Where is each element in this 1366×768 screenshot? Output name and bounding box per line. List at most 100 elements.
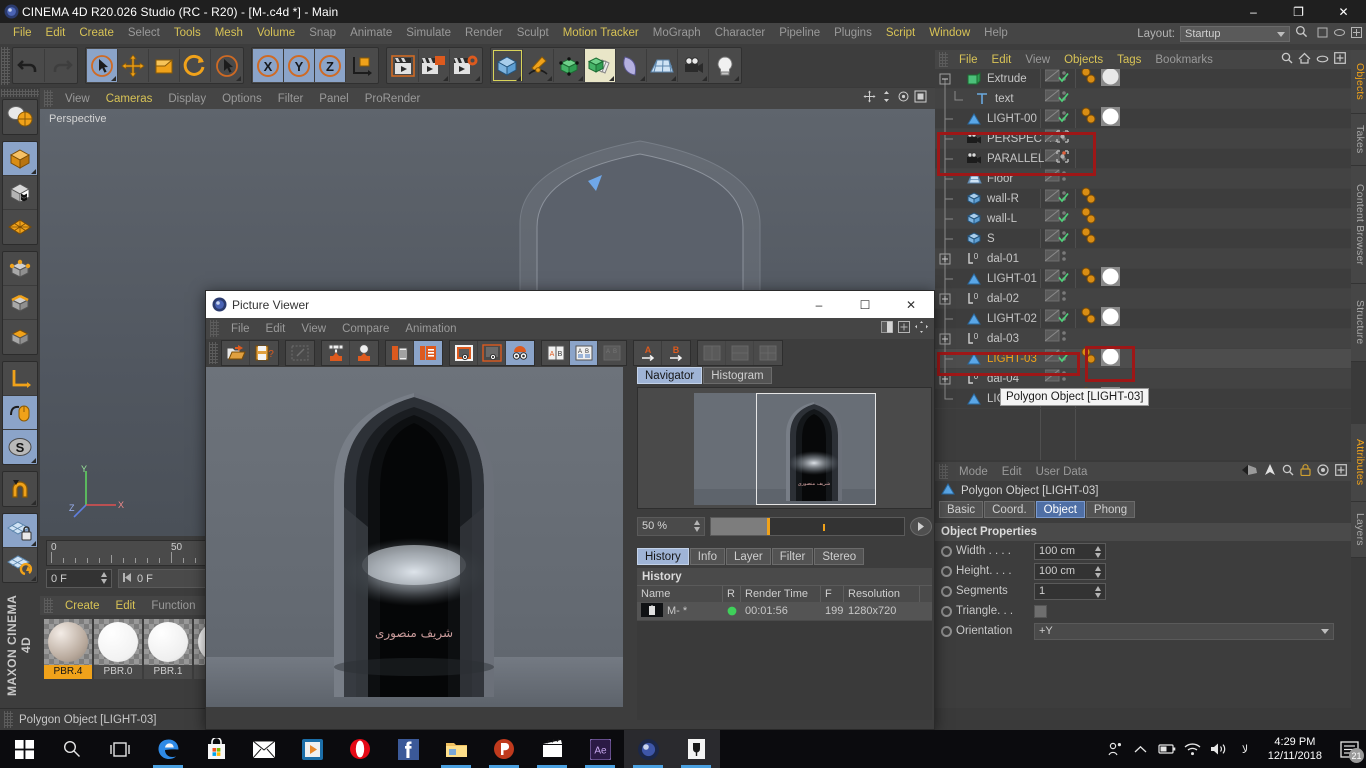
pv-menu-animation[interactable]: Animation [397, 323, 464, 335]
visibility-dots[interactable] [1044, 168, 1069, 189]
search-button[interactable] [48, 730, 96, 768]
material-item[interactable]: PBR.4 [44, 619, 92, 679]
object-row-dal-01[interactable]: 0 dal-01 [935, 248, 1351, 269]
split-view-icon[interactable] [881, 320, 893, 338]
spinner-icon[interactable] [1095, 565, 1102, 580]
viewport-menu-view[interactable]: View [57, 93, 98, 105]
send-to-ab-button[interactable] [322, 341, 350, 365]
pv-menu-edit[interactable]: Edit [258, 323, 294, 335]
orientation-select[interactable]: +Y [1034, 622, 1334, 640]
taskbar-clock[interactable]: 4:29 PM 12/11/2018 [1258, 735, 1332, 763]
vtab-layers[interactable]: Layers [1351, 502, 1366, 558]
pan-icon[interactable] [863, 90, 876, 108]
layout-select[interactable]: Startup [1180, 25, 1290, 42]
viewport-menu-panel[interactable]: Panel [311, 93, 356, 105]
visibility-dots[interactable] [1044, 288, 1069, 309]
render-region-button[interactable] [286, 341, 314, 365]
rendered-image[interactable]: شریف منصوری [206, 367, 623, 707]
layout-2-button[interactable] [726, 341, 754, 365]
green-check-icon[interactable] [1058, 110, 1069, 128]
height-field[interactable]: 100 cm [1034, 562, 1106, 580]
spinner-icon[interactable] [694, 519, 701, 534]
ab-stack-button[interactable]: AB [570, 341, 598, 365]
tab-stereo[interactable]: Stereo [814, 548, 865, 565]
material-tag-pair-icon[interactable] [1079, 307, 1099, 330]
object-menu-view[interactable]: View [1018, 54, 1057, 66]
powerpoint-button[interactable] [480, 730, 528, 768]
material-tag-sphere-icon[interactable] [1101, 69, 1120, 91]
menu-mesh[interactable]: Mesh [208, 23, 250, 44]
notification-button[interactable]: 21 [1332, 730, 1366, 768]
render-settings-button[interactable] [450, 49, 481, 82]
object-menu-file[interactable]: File [952, 54, 985, 66]
play-back-icon[interactable] [123, 572, 133, 585]
tab-basic[interactable]: Basic [939, 501, 984, 518]
menu-file[interactable]: File [6, 23, 39, 44]
back-arrow-icon[interactable] [1241, 463, 1258, 481]
search-icon[interactable] [1281, 51, 1293, 69]
green-check-icon[interactable] [1058, 70, 1069, 88]
tab-object[interactable]: Object [1035, 501, 1085, 518]
edge-button[interactable] [144, 730, 192, 768]
history-row[interactable]: M- * 00:01:56 199 1280x720 [637, 602, 932, 620]
view-a-button[interactable] [450, 341, 478, 365]
vtab-structure[interactable]: Structure [1351, 284, 1366, 362]
tree-expander[interactable] [935, 69, 965, 89]
history-empty-area[interactable] [637, 620, 932, 720]
segments-field[interactable]: 1 [1034, 582, 1106, 600]
polygons-mode-tool[interactable] [3, 320, 37, 354]
spinner-icon[interactable] [1095, 585, 1102, 600]
open-image-button[interactable] [222, 341, 250, 365]
set-b-button[interactable]: B [662, 341, 690, 365]
world-object-coord-toggle[interactable] [346, 49, 377, 82]
axis-y-toggle[interactable]: Y [284, 49, 315, 82]
layout-1-button[interactable] [698, 341, 726, 365]
menu-help[interactable]: Help [977, 23, 1015, 44]
enable-axis-modification-tool[interactable] [3, 396, 37, 430]
menu-pipeline[interactable]: Pipeline [772, 23, 827, 44]
edges-mode-tool[interactable] [3, 286, 37, 320]
green-check-icon[interactable] [1058, 270, 1069, 288]
axis-x-toggle[interactable]: X [253, 49, 284, 82]
store-button[interactable] [192, 730, 240, 768]
green-check-icon[interactable] [1058, 310, 1069, 328]
material-t[interactable] [1101, 106, 1120, 131]
toolbar-grip[interactable] [1, 46, 10, 85]
menu-tools[interactable]: Tools [167, 23, 208, 44]
zoom-slider[interactable] [710, 516, 905, 536]
undo-button[interactable] [14, 49, 45, 82]
send-sphere-button[interactable] [350, 341, 378, 365]
selection-mode-tool[interactable] [211, 49, 242, 82]
object-row-dal-02[interactable]: 0 dal-02 [935, 288, 1351, 309]
redo-button[interactable] [45, 49, 76, 82]
object-row-dal-03[interactable]: 0 dal-03 [935, 328, 1351, 349]
property-toggle-dot[interactable] [941, 585, 952, 597]
video-editor-button[interactable] [528, 730, 576, 768]
object-manager-grip[interactable] [939, 52, 948, 67]
material-tag-sphere-icon[interactable] [1101, 346, 1120, 371]
pv-minimize-button[interactable]: – [796, 291, 842, 318]
lock-icon[interactable] [1300, 463, 1311, 481]
facebook-button[interactable] [384, 730, 432, 768]
rotate-icon[interactable] [897, 90, 910, 108]
property-toggle-dot[interactable] [941, 605, 952, 617]
green-check-icon[interactable] [1058, 190, 1069, 208]
expand-icon[interactable] [1335, 463, 1347, 481]
chevron-up-icon[interactable] [1128, 730, 1154, 768]
visibility-dots[interactable] [1044, 248, 1069, 269]
frame-range-field[interactable]: 0 F [118, 569, 208, 588]
pv-maximize-button[interactable]: ☐ [842, 291, 888, 318]
menu-volume[interactable]: Volume [250, 23, 302, 44]
delete-frame-button[interactable] [386, 341, 414, 365]
object-menu-tags[interactable]: Tags [1110, 54, 1148, 66]
menu-edit[interactable]: Edit [39, 23, 73, 44]
viewport-menu-prorender[interactable]: ProRender [357, 93, 429, 105]
pv-menu-file[interactable]: File [223, 323, 258, 335]
model-mode-tool[interactable] [3, 142, 37, 176]
visibility-dots[interactable] [1044, 368, 1069, 389]
attribute-menu-mode[interactable]: Mode [952, 466, 995, 478]
green-check-icon[interactable] [1058, 350, 1069, 368]
object-row-light-00[interactable]: LIGHT-00 [935, 106, 1351, 131]
material-menu-edit[interactable]: Edit [108, 600, 144, 612]
wifi-icon[interactable] [1180, 730, 1206, 768]
